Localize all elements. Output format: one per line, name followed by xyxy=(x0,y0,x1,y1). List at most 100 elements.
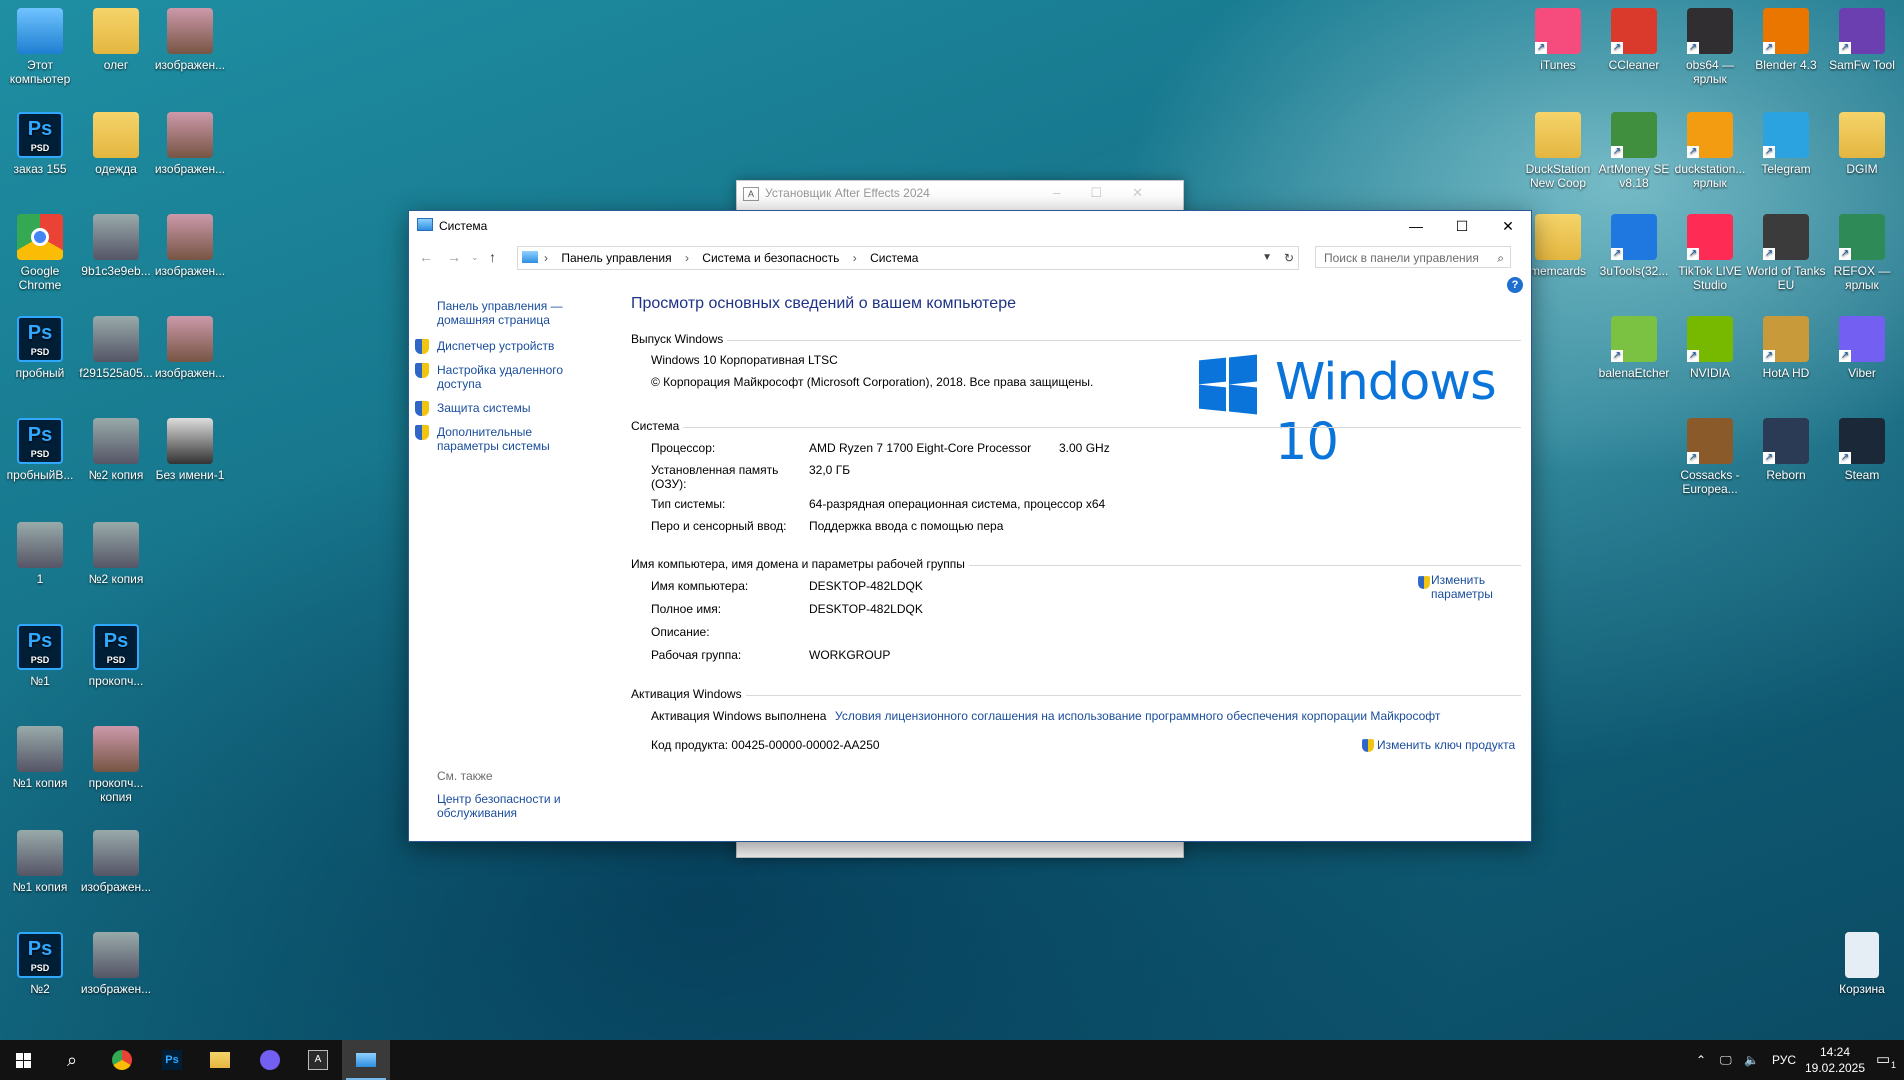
desktop-icon[interactable]: №2 копия xyxy=(76,522,156,586)
breadcrumb-control-panel[interactable]: Панель управления xyxy=(561,251,671,265)
desktop-icon[interactable]: ↗ 3uTools(32... xyxy=(1594,214,1674,278)
desktop-icon[interactable]: ↗ ArtMoney SE v8.18 xyxy=(1594,112,1674,190)
desktop-icon[interactable]: Без имени-1 xyxy=(150,418,230,482)
desktop-icon[interactable]: 1 xyxy=(0,522,80,586)
start-button[interactable] xyxy=(0,1040,48,1080)
desktop-icon[interactable]: ↗ obs64 — ярлык xyxy=(1670,8,1750,86)
security-center-link[interactable]: Центр безопасности и обслуживания xyxy=(437,792,587,820)
desktop-icon[interactable]: Ps PSD пробныйВ... xyxy=(0,418,80,482)
license-terms-link[interactable]: Условия лицензионного соглашения на испо… xyxy=(835,709,1440,723)
taskbar-chrome[interactable] xyxy=(98,1040,146,1080)
desktop-icon[interactable]: №1 копия xyxy=(0,726,80,790)
sidebar-item-device-manager[interactable]: Диспетчер устройств xyxy=(415,339,587,354)
breadcrumb-separator-icon[interactable]: › xyxy=(685,251,689,265)
desktop-icon[interactable]: изображен... xyxy=(76,830,156,894)
recent-locations-chevron-icon[interactable]: ⌄ xyxy=(471,252,479,263)
desktop-icon[interactable]: ↗ Telegram xyxy=(1746,112,1826,176)
maximize-button[interactable]: ☐ xyxy=(1439,211,1485,241)
change-settings-link[interactable]: Изменить параметры xyxy=(1431,573,1493,601)
network-icon[interactable]: 🖵 xyxy=(1720,1040,1732,1080)
desktop-icon[interactable]: Ps PSD прокопч... xyxy=(76,624,156,688)
breadcrumb-system[interactable]: Система xyxy=(870,251,918,265)
sidebar-item-label[interactable]: Диспетчер устройств xyxy=(437,339,554,353)
taskbar-photoshop[interactable]: Ps xyxy=(148,1040,196,1080)
sidebar-item-label[interactable]: Защита системы xyxy=(437,401,530,415)
desktop-icon[interactable]: Ps PSD заказ 155 xyxy=(0,112,80,176)
breadcrumb-system-security[interactable]: Система и безопасность xyxy=(702,251,839,265)
desktop-icon[interactable]: ↗ SamFw Tool xyxy=(1822,8,1902,72)
desktop-icon[interactable]: DuckStation New Coop xyxy=(1518,112,1598,190)
desktop-icon[interactable]: изображен... xyxy=(150,8,230,72)
desktop-icon[interactable]: DGIM xyxy=(1822,112,1902,176)
clock[interactable]: 14:24 19.02.2025 xyxy=(1800,1044,1870,1076)
desktop-icon[interactable]: ↗ REFOX — ярлык xyxy=(1822,214,1902,292)
desktop-icon[interactable]: изображен... xyxy=(150,112,230,176)
desktop-icon[interactable]: одежда xyxy=(76,112,156,176)
volume-icon[interactable]: 🔈 xyxy=(1744,1040,1759,1080)
desktop-icon[interactable]: изображен... xyxy=(150,316,230,380)
desktop-icon[interactable]: ↗ CCleaner xyxy=(1594,8,1674,72)
language-indicator[interactable]: РУС xyxy=(1772,1040,1796,1080)
taskbar-adobe-installer[interactable]: A xyxy=(294,1040,342,1080)
change-product-key-link[interactable]: Изменить ключ продукта xyxy=(1377,738,1515,752)
desktop-icon[interactable]: ↗ Cossacks - Europea... xyxy=(1670,418,1750,496)
desktop-icon[interactable]: 9b1c3e9eb... xyxy=(76,214,156,278)
back-arrow-icon[interactable]: ← xyxy=(419,249,433,265)
change-settings-link-wrap[interactable]: Изменить параметры xyxy=(1418,573,1511,601)
breadcrumb[interactable]: › Панель управления › Система и безопасн… xyxy=(517,246,1299,270)
taskbar-control-panel[interactable] xyxy=(342,1040,390,1080)
desktop-icon[interactable]: ↗ TikTok LIVE Studio xyxy=(1670,214,1750,292)
desktop-icon[interactable]: ↗ balenaEtcher xyxy=(1594,316,1674,380)
address-dropdown-icon[interactable]: ▼ xyxy=(1262,247,1272,269)
help-icon[interactable]: ? xyxy=(1507,277,1523,293)
desktop-icon[interactable]: ↗ Viber xyxy=(1822,316,1902,380)
desktop-icon[interactable]: Google Chrome xyxy=(0,214,80,292)
desktop-icon[interactable]: ↗ Reborn xyxy=(1746,418,1826,482)
desktop-icon[interactable]: ↗ NVIDIA xyxy=(1670,316,1750,380)
sidebar-item-advanced-settings[interactable]: Дополнительные параметры системы xyxy=(415,425,587,453)
desktop-icon[interactable]: №1 копия xyxy=(0,830,80,894)
close-button[interactable]: ✕ xyxy=(1485,211,1531,241)
desktop-icon[interactable]: Ps PSD №2 xyxy=(0,932,80,996)
desktop-icon[interactable]: изображен... xyxy=(76,932,156,996)
desktop-icon[interactable]: прокопч... копия xyxy=(76,726,156,804)
desktop-icon[interactable]: ↗ HotA HD xyxy=(1746,316,1826,380)
taskbar-explorer[interactable] xyxy=(196,1040,244,1080)
sidebar-item-label[interactable]: Дополнительные параметры системы xyxy=(437,425,550,453)
desktop-icon[interactable]: изображен... xyxy=(150,214,230,278)
cossacks-icon: ↗ xyxy=(1687,418,1733,464)
system-window-titlebar[interactable]: Система — ☐ ✕ xyxy=(409,211,1531,241)
desktop-icon[interactable]: ↗ iTunes xyxy=(1518,8,1598,72)
desktop-icon[interactable]: ↗ World of Tanks EU xyxy=(1746,214,1826,292)
breadcrumb-separator-icon[interactable]: › xyxy=(544,251,548,265)
minimize-button[interactable]: — xyxy=(1393,211,1439,241)
desktop-icon[interactable]: Корзина xyxy=(1822,932,1902,996)
desktop-icon[interactable]: ↗ duckstation... ярлык xyxy=(1670,112,1750,190)
desktop-icon[interactable]: №2 копия xyxy=(76,418,156,482)
search-input[interactable]: Поиск в панели управления ⌕ xyxy=(1315,246,1511,268)
desktop-icon[interactable]: ↗ Steam xyxy=(1822,418,1902,482)
refresh-icon[interactable]: ↻ xyxy=(1284,247,1294,269)
show-hidden-icons-chevron-icon[interactable]: ⌃ xyxy=(1696,1040,1706,1080)
after-effects-installer-titlebar[interactable]: A Установщик After Effects 2024 –☐✕ xyxy=(737,181,1183,205)
desktop-icon[interactable]: Ps PSD №1 xyxy=(0,624,80,688)
search-icon[interactable]: ⌕ xyxy=(1497,247,1504,269)
notification-center-icon[interactable]: ▭ 1 xyxy=(1876,1050,1896,1070)
desktop-icon[interactable]: Ps PSD пробный xyxy=(0,316,80,380)
change-product-key-wrap[interactable]: Изменить ключ продукта xyxy=(1362,738,1515,752)
up-arrow-icon[interactable]: ↑ xyxy=(489,249,496,265)
breadcrumb-separator-icon[interactable]: › xyxy=(853,251,857,265)
taskbar-viber[interactable] xyxy=(246,1040,294,1080)
activation-status: Активация Windows выполнена xyxy=(651,709,827,723)
sidebar-home-link[interactable]: Панель управления — домашняя страница xyxy=(437,299,587,327)
desktop-icon[interactable]: f291525a05... xyxy=(76,316,156,380)
sidebar-item-system-protection[interactable]: Защита системы xyxy=(415,401,587,416)
desktop-icon[interactable]: Этот компьютер xyxy=(0,8,80,86)
search-button[interactable]: ⌕ xyxy=(48,1040,96,1080)
forward-arrow-icon[interactable]: → xyxy=(447,249,461,265)
desktop-icon[interactable]: ↗ Blender 4.3 xyxy=(1746,8,1826,72)
sidebar-item-label[interactable]: Настройка удаленного доступа xyxy=(437,363,563,391)
desktop-icon[interactable]: олег xyxy=(76,8,156,72)
sidebar-item-remote-settings[interactable]: Настройка удаленного доступа xyxy=(415,363,587,391)
system-window[interactable]: Система — ☐ ✕ ← → ⌄ ↑ › Панель управлени… xyxy=(408,210,1532,842)
